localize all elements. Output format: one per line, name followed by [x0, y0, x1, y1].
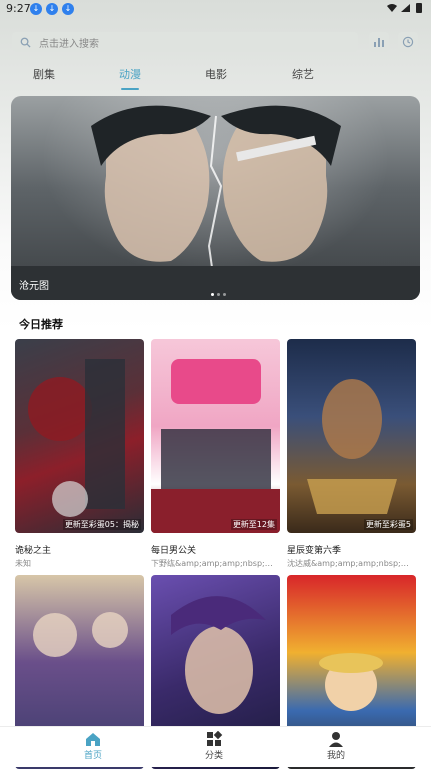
tab-variety[interactable]: 综艺 — [292, 66, 314, 82]
banner-artwork — [11, 105, 420, 300]
poster-artwork — [307, 379, 397, 514]
section-title: 今日推荐 — [19, 318, 63, 331]
download-icon: ↓ — [46, 3, 58, 15]
clock-icon — [402, 36, 414, 48]
carousel-indicator — [211, 293, 226, 296]
tab-movie[interactable]: 电影 — [205, 66, 227, 82]
poster-image: 更新至彩蛋05：揭秘 — [15, 339, 144, 533]
nav-profile[interactable]: 我的 — [306, 731, 366, 761]
bar-chart-icon — [374, 38, 384, 47]
home-icon — [86, 733, 100, 746]
poster-artwork — [151, 359, 280, 533]
status-time: 9:27 — [6, 2, 31, 15]
carousel-dot — [217, 293, 220, 296]
card-title: 星辰变第六季 — [287, 546, 342, 556]
card-actors: 沈达威&amp;amp;amp;nbsp;吴… — [287, 559, 416, 568]
history-button[interactable] — [398, 32, 418, 52]
banner-title: 沧元图 — [19, 281, 49, 292]
grid-icon — [207, 731, 223, 746]
poster-artwork — [28, 359, 125, 517]
poster-image: 更新至彩蛋5 — [287, 339, 416, 533]
episode-badge: 更新至彩蛋05：揭秘 — [62, 519, 141, 530]
banner-carousel[interactable]: 沧元图 — [11, 96, 420, 300]
status-right-icons — [385, 2, 425, 17]
wifi-signal-battery-icon — [387, 3, 422, 13]
poster-image: 更新至12集 — [151, 339, 280, 533]
search-icon — [20, 37, 31, 48]
card-actors: 下野纮&amp;amp;amp;nbsp;八… — [151, 559, 280, 568]
person-icon — [329, 732, 343, 747]
ranking-button[interactable] — [369, 32, 389, 52]
nav-label: 我的 — [326, 751, 345, 761]
episode-badge: 更新至12集 — [230, 519, 277, 530]
card-title: 诡秘之主 — [15, 546, 52, 556]
nav-label: 首页 — [83, 751, 102, 761]
bottom-navigation: 首页 分类 我的 — [0, 726, 431, 767]
card-actors: 未知 — [15, 559, 31, 568]
status-bar: 9:27 ↓ ↓ ↓ — [0, 0, 431, 18]
download-icon: ↓ — [30, 3, 42, 15]
search-bar[interactable]: 点击进入搜索 — [12, 32, 358, 52]
carousel-dot — [211, 293, 214, 296]
carousel-dot — [223, 293, 226, 296]
nav-category[interactable]: 分类 — [184, 731, 244, 761]
nav-home[interactable]: 首页 — [63, 731, 123, 761]
card-title: 每日男公关 — [151, 546, 197, 556]
tab-series[interactable]: 剧集 — [33, 66, 55, 82]
nav-label: 分类 — [204, 751, 223, 761]
active-tab-indicator — [121, 88, 139, 90]
episode-badge: 更新至彩蛋5 — [363, 519, 413, 530]
category-tabs: 剧集 动漫 电影 综艺 — [0, 66, 431, 90]
tab-anime[interactable]: 动漫 — [119, 66, 141, 82]
download-icon: ↓ — [62, 3, 74, 15]
search-input[interactable]: 点击进入搜索 — [39, 35, 99, 50]
